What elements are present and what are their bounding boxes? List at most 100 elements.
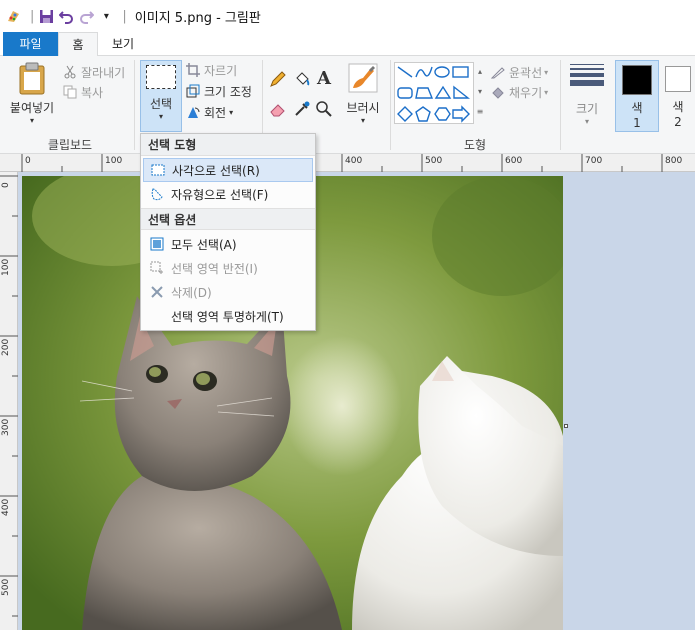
select-dropdown-icon: ▾ <box>158 112 163 121</box>
menu-item-transparent-selection[interactable]: 선택 영역 투명하게(T) <box>143 304 313 328</box>
menu-section-select-options: 선택 옵션 <box>141 208 315 230</box>
undo-icon[interactable] <box>58 8 74 24</box>
outline-label: 윤곽선 <box>509 65 543 80</box>
outline-dropdown-icon: ▾ <box>544 67 549 77</box>
color1-button[interactable]: 색 1 <box>615 60 659 132</box>
ribbon: 붙여넣기 ▾ 잘라내기 복사 클립보드 선택 ▾ 자르기 크기 조정 회전 ▾ … <box>0 56 695 154</box>
ruler-label: 800 <box>665 156 683 166</box>
magnifier-tool[interactable] <box>314 100 334 120</box>
menu-item-label: 선택 영역 반전(I) <box>171 261 258 276</box>
invert-selection-icon <box>143 261 171 275</box>
color2-button[interactable]: 색 2 <box>661 60 695 132</box>
magnifier-icon <box>316 101 332 117</box>
color2-number: 2 <box>674 115 682 129</box>
copy-button[interactable]: 복사 <box>62 82 103 102</box>
rotate-dropdown-icon: ▾ <box>229 107 234 117</box>
clipboard-group-label: 클립보드 <box>47 138 93 152</box>
redo-icon[interactable] <box>78 8 94 24</box>
paint-app-icon[interactable] <box>6 8 22 24</box>
delete-icon <box>143 285 171 299</box>
group-separator <box>134 60 135 150</box>
ruler-label: 500 <box>1 578 11 596</box>
tab-view[interactable]: 보기 <box>103 32 143 56</box>
size-dropdown-icon: ▾ <box>584 117 589 126</box>
shapes-group-label: 도형 <box>463 138 487 152</box>
color1-swatch <box>622 65 652 95</box>
brushes-label: 브러시 <box>346 101 380 115</box>
resize-label: 크기 조정 <box>204 84 252 99</box>
select-dropdown-menu: 선택 도형 사각으로 선택(R) 자유형으로 선택(F) 선택 옵션 모두 선택… <box>140 133 316 331</box>
shapes-gallery-icon <box>397 66 471 123</box>
shapes-scroll[interactable]: ▴ ▾ ≡ <box>474 62 486 124</box>
title-bar: | ▾ | 이미지 5.png - 그림판 <box>0 0 695 32</box>
brushes-button[interactable]: 브러시 ▾ <box>342 62 384 132</box>
title-separator: | <box>122 8 127 24</box>
menu-item-rect-select[interactable]: 사각으로 선택(R) <box>143 158 313 182</box>
canvas-workspace[interactable] <box>18 172 695 630</box>
color2-swatch <box>665 66 691 92</box>
paste-button[interactable]: 붙여넣기 ▾ <box>6 62 58 132</box>
scissors-icon <box>62 64 78 80</box>
menu-item-label: 자유형으로 선택(F) <box>171 187 269 202</box>
ruler-label: 500 <box>425 156 443 166</box>
menu-item-free-select[interactable]: 자유형으로 선택(F) <box>143 182 313 206</box>
customize-quick-access-icon[interactable]: ▾ <box>98 8 114 24</box>
ruler-label: 0 <box>1 182 11 188</box>
outline-icon <box>490 64 506 80</box>
menu-item-label: 사각으로 선택(R) <box>172 163 260 178</box>
size-button[interactable]: 크기 ▾ <box>566 62 608 132</box>
menu-item-invert-selection[interactable]: 선택 영역 반전(I) <box>143 256 313 280</box>
tab-file[interactable]: 파일 <box>3 32 58 56</box>
copy-label: 복사 <box>81 85 104 100</box>
ruler-vertical: 0 100 200 300 400 500 <box>0 172 18 630</box>
menu-item-label: 삭제(D) <box>171 285 212 300</box>
fill-label: 채우기 <box>509 85 543 100</box>
group-separator <box>560 60 561 150</box>
shapes-gallery[interactable] <box>394 62 474 124</box>
menu-item-label: 선택 영역 투명하게(T) <box>171 309 284 324</box>
select-button[interactable]: 선택 ▾ <box>140 60 182 132</box>
select-all-icon <box>143 237 171 251</box>
brushes-dropdown-icon: ▾ <box>360 116 365 125</box>
canvas-resize-handle-right[interactable] <box>564 424 568 428</box>
ribbon-tab-bar: 파일 홈 보기 <box>0 32 695 57</box>
outline-button[interactable]: 윤곽선 ▾ <box>490 62 548 82</box>
rotate-icon <box>185 104 201 120</box>
cut-button[interactable]: 잘라내기 <box>62 62 125 82</box>
resize-button[interactable]: 크기 조정 <box>185 81 252 101</box>
copy-icon <box>62 84 78 100</box>
eraser-icon <box>270 104 285 117</box>
menu-item-select-all[interactable]: 모두 선택(A) <box>143 232 313 256</box>
ruler-label: 100 <box>105 156 123 166</box>
fill-tool[interactable] <box>292 70 312 90</box>
paste-dropdown-icon: ▾ <box>29 116 34 125</box>
text-tool[interactable]: A <box>314 68 334 90</box>
paste-icon <box>19 62 45 95</box>
rotate-button[interactable]: 회전 ▾ <box>185 102 233 122</box>
eraser-tool[interactable] <box>268 100 288 120</box>
rotate-label: 회전 <box>204 105 227 120</box>
pencil-icon <box>270 71 286 87</box>
resize-icon <box>185 83 201 99</box>
quick-access-separator: | <box>30 8 35 24</box>
brush-icon <box>348 63 378 93</box>
size-icon <box>570 64 604 86</box>
crop-button[interactable]: 자르기 <box>185 60 237 80</box>
ruler-vertical-ticks <box>0 175 18 617</box>
color-picker-tool[interactable] <box>292 100 312 120</box>
crop-label: 자르기 <box>204 63 238 78</box>
ruler-horizontal: 0 100 200 300 400 500 600 700 800 <box>0 154 695 172</box>
fill-icon <box>490 84 506 100</box>
group-separator <box>390 60 391 150</box>
fill-button[interactable]: 채우기 ▾ <box>490 82 548 102</box>
pencil-tool[interactable] <box>268 70 288 90</box>
eyedropper-icon <box>295 101 310 116</box>
tab-home[interactable]: 홈 <box>58 32 98 57</box>
window-title: 이미지 5.png - 그림판 <box>134 10 261 26</box>
cut-label: 잘라내기 <box>81 65 126 80</box>
save-icon[interactable] <box>38 8 54 24</box>
menu-item-delete[interactable]: 삭제(D) <box>143 280 313 304</box>
color2-label: 색 <box>672 100 684 114</box>
color1-number: 1 <box>633 116 641 130</box>
color1-label: 색 <box>631 101 643 115</box>
